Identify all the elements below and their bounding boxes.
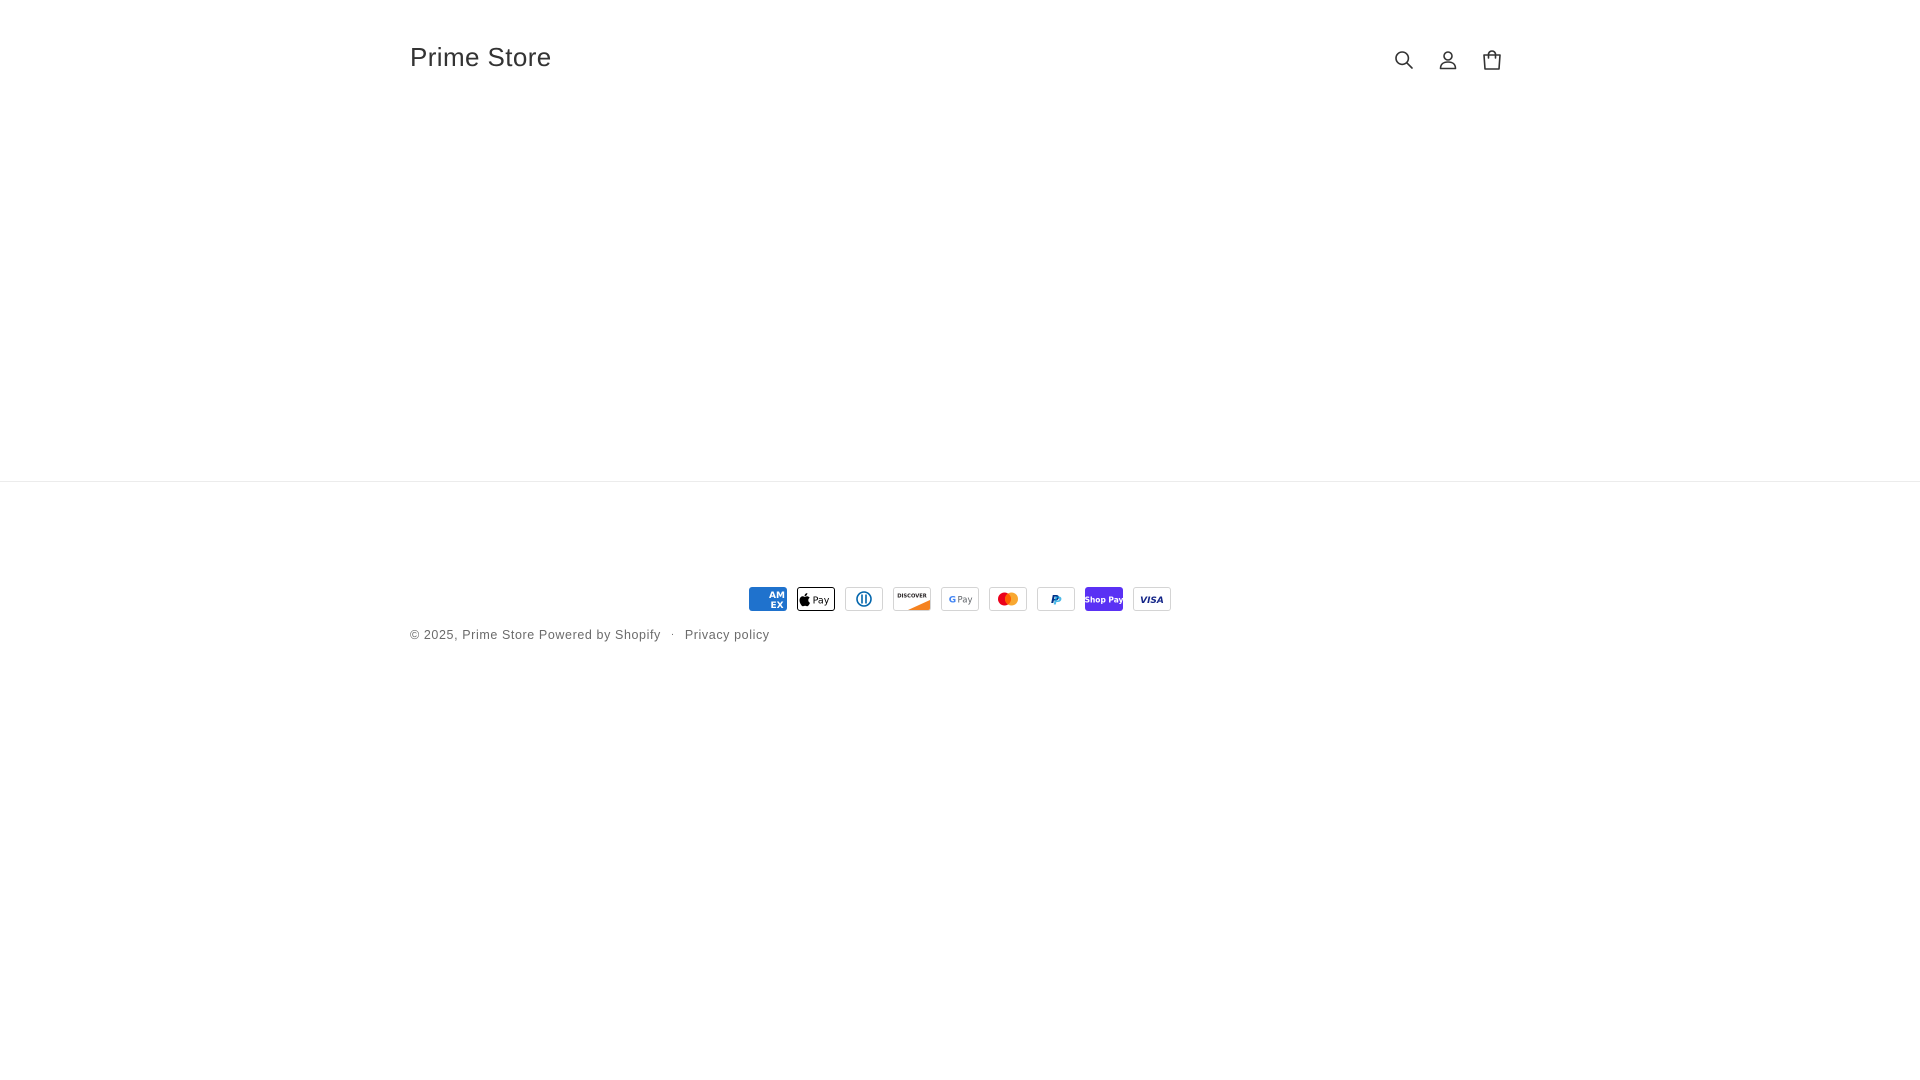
discover-icon: DISCOVER [897, 594, 930, 610]
diners-club-icon [856, 591, 872, 607]
site-header: Prime Store [0, 0, 1920, 115]
footer-copyright: © 2025, Prime Store Powered by Shopify ·… [410, 628, 770, 642]
copyright-text: © 2025, [410, 628, 459, 642]
discover-label: DISCOVER [897, 594, 927, 600]
account-icon [1439, 51, 1457, 70]
account-button[interactable] [1426, 38, 1470, 82]
mastercard-icon [998, 592, 1018, 606]
store-name-link[interactable]: Prime Store [462, 628, 535, 642]
header-icons [1382, 38, 1514, 82]
payment-paypal: P P [1037, 587, 1075, 611]
apple-icon [799, 593, 810, 607]
privacy-policy-link[interactable]: Privacy policy [685, 628, 770, 642]
amex-label-top: AM [769, 591, 785, 601]
shop-pay-icon: Shop Pay [1085, 596, 1123, 605]
payment-discover: DISCOVER [893, 587, 931, 611]
google-g-icon: G [949, 596, 956, 606]
payment-diners-club [845, 587, 883, 611]
shop-pay-label: Shop Pay [1085, 596, 1123, 605]
american-express-icon: AM EX [769, 591, 785, 611]
visa-icon: VISA [1140, 596, 1164, 606]
footer-divider [0, 481, 1920, 482]
payment-american-express: AM EX [749, 587, 787, 611]
payment-apple-pay: Pay [797, 587, 835, 611]
paypal-label-shadow: P [1053, 595, 1061, 608]
search-icon [1395, 51, 1413, 69]
visa-label: VISA [1140, 596, 1164, 606]
store-logo-link[interactable]: Prime Store [410, 40, 552, 74]
search-button[interactable] [1382, 38, 1426, 82]
powered-by-shopify-link[interactable]: Powered by Shopify [539, 628, 661, 642]
payment-methods-list: AM EX Pay DISCOVER G Pay P P Shop Pay VI… [749, 587, 1171, 611]
payment-google-pay: G Pay [941, 587, 979, 611]
payment-mastercard [989, 587, 1027, 611]
cart-button[interactable] [1470, 38, 1514, 82]
google-pay-label: Pay [958, 596, 973, 606]
apple-pay-label: Pay [813, 596, 830, 607]
separator-dot: · [670, 628, 675, 640]
cart-icon [1483, 50, 1501, 70]
paypal-icon: P P [1051, 593, 1062, 608]
amex-label-bottom: EX [770, 601, 783, 611]
payment-shop-pay: Shop Pay [1085, 587, 1123, 611]
google-pay-icon: G Pay [949, 596, 973, 606]
apple-pay-icon: Pay [799, 593, 830, 607]
payment-visa: VISA [1133, 587, 1171, 611]
